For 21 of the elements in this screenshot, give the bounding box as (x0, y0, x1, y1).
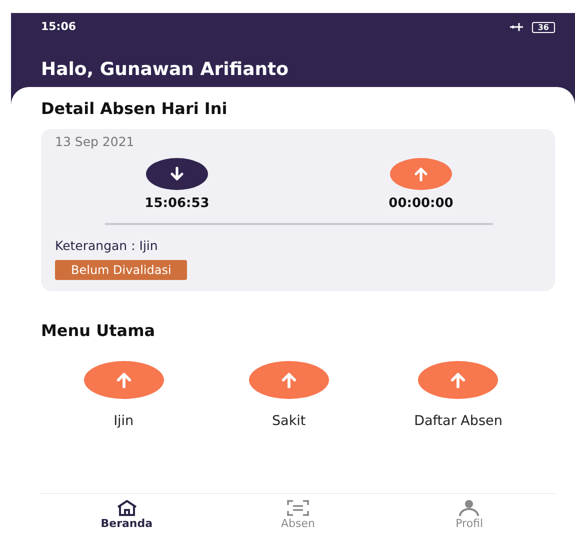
scan-icon (286, 500, 309, 516)
menu-label: Daftar Absen (414, 412, 502, 431)
down-arrow-icon (168, 166, 186, 182)
status-label: Belum Divalidasi (55, 260, 188, 280)
profile-icon (458, 500, 480, 516)
section-title: Detail Absen Hari Ini (41, 98, 228, 120)
nav-tab[interactable]: Beranda (76, 500, 177, 532)
nav-tab[interactable]: Profil (419, 500, 520, 532)
home-icon (116, 500, 138, 516)
date-text: 13 Sep 2021 (55, 133, 136, 151)
nav-tab[interactable]: Absen (248, 500, 348, 532)
menu-label: Sakit (272, 412, 306, 431)
battery-icon: 36 (532, 22, 555, 33)
greeting-title: Halo, Gunawan Arifianto (41, 58, 290, 82)
status-time: 15:06 (41, 19, 76, 35)
section-title: Menu Utama (41, 320, 156, 342)
time-text: 00:00:00 (388, 194, 454, 213)
up-arrow-icon (412, 166, 430, 182)
note-text: Keterangan : Ijin (55, 237, 159, 256)
time-text: 15:06:53 (144, 194, 210, 213)
menu-label: Ijin (114, 412, 134, 431)
